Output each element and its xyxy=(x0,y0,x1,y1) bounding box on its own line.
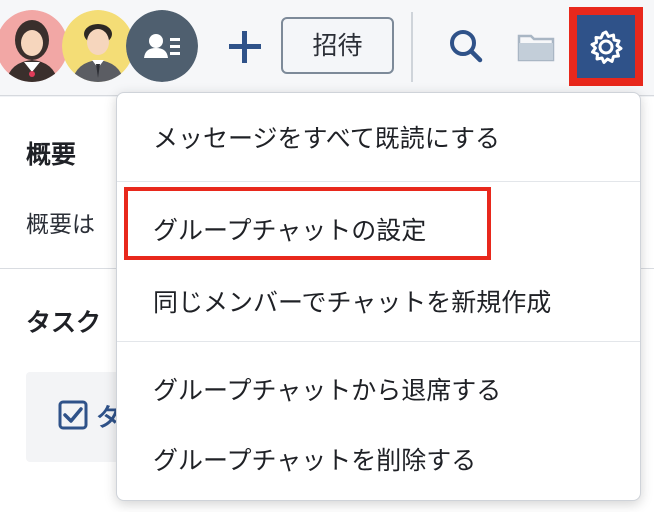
folder-icon xyxy=(517,34,555,62)
menu-item-leave-group-chat[interactable]: グループチャットから退席する xyxy=(117,371,640,407)
menu-item-mark-all-read[interactable]: メッセージをすべて既読にする xyxy=(117,119,640,155)
invite-button[interactable]: 招待 xyxy=(281,17,394,74)
menu-item-delete-group-chat[interactable]: グループチャットを削除する xyxy=(117,441,640,477)
member-avatar-woman[interactable] xyxy=(0,10,68,82)
member-list-icon xyxy=(126,10,198,82)
member-avatar-man[interactable] xyxy=(62,10,134,82)
search-icon xyxy=(450,30,483,63)
settings-button[interactable] xyxy=(569,7,643,86)
woman-avatar-icon xyxy=(0,10,68,82)
menu-item-new-chat-same-members[interactable]: 同じメンバーでチャットを新規作成 xyxy=(117,283,640,319)
task-heading: タスク xyxy=(26,308,102,337)
search-button[interactable] xyxy=(446,26,486,66)
toolbar-divider xyxy=(411,12,413,82)
add-member-button[interactable] xyxy=(224,26,266,68)
summary-text: 概要は xyxy=(26,212,95,238)
task-checkbox-icon[interactable] xyxy=(58,400,88,430)
files-button[interactable] xyxy=(514,24,558,68)
settings-button-face xyxy=(577,15,635,78)
summary-heading: 概要 xyxy=(26,140,77,169)
plus-icon xyxy=(229,31,261,63)
menu-item-group-chat-settings[interactable]: グループチャットの設定 xyxy=(117,211,640,247)
menu-separator xyxy=(117,341,640,342)
gear-icon xyxy=(590,30,623,64)
settings-dropdown-menu: メッセージをすべて既読にする グループチャットの設定 同じメンバーでチャットを新… xyxy=(116,92,641,501)
menu-separator xyxy=(117,181,640,182)
man-avatar-icon xyxy=(62,10,134,82)
chat-toolbar: 招待 xyxy=(0,0,654,96)
member-list-avatar[interactable] xyxy=(126,10,198,82)
